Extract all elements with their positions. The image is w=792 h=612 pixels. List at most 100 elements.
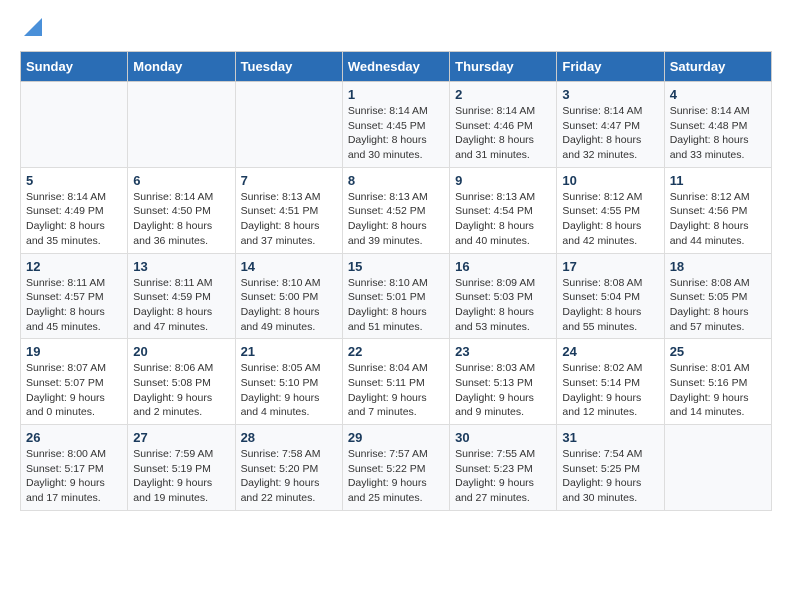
calendar-cell: 13 Sunrise: 8:11 AM Sunset: 4:59 PM Dayli… bbox=[128, 253, 235, 339]
calendar-cell bbox=[664, 425, 771, 511]
day-info: Sunrise: 8:08 AM Sunset: 5:05 PM Dayligh… bbox=[670, 276, 766, 335]
day-number: 24 bbox=[562, 344, 658, 359]
day-number: 19 bbox=[26, 344, 122, 359]
calendar-week-3: 12Sunrise: 8:11 AM Sunset: 4:57 PM Dayli… bbox=[21, 253, 772, 339]
calendar-cell: 27 Sunrise: 7:59 AM Sunset: 5:19 PM Dayli… bbox=[128, 425, 235, 511]
day-info: Sunrise: 8:14 AM Sunset: 4:49 PM Dayligh… bbox=[26, 190, 122, 249]
day-info: Sunrise: 8:12 AM Sunset: 4:56 PM Dayligh… bbox=[670, 190, 766, 249]
calendar-cell: 31Sunrise: 7:54 AM Sunset: 5:25 PM Dayli… bbox=[557, 425, 664, 511]
day-info: Sunrise: 8:04 AM Sunset: 5:11 PM Dayligh… bbox=[348, 361, 444, 420]
day-info: Sunrise: 8:10 AM Sunset: 5:00 PM Dayligh… bbox=[241, 276, 337, 335]
day-info: Sunrise: 8:08 AM Sunset: 5:04 PM Dayligh… bbox=[562, 276, 658, 335]
day-number: 27 bbox=[133, 430, 229, 445]
header-cell-saturday: Saturday bbox=[664, 52, 771, 82]
day-number: 22 bbox=[348, 344, 444, 359]
calendar-cell: 18 Sunrise: 8:08 AM Sunset: 5:05 PM Dayli… bbox=[664, 253, 771, 339]
day-number: 9 bbox=[455, 173, 551, 188]
calendar-cell: 20Sunrise: 8:06 AM Sunset: 5:08 PM Dayli… bbox=[128, 339, 235, 425]
calendar-cell: 21 Sunrise: 8:05 AM Sunset: 5:10 PM Dayli… bbox=[235, 339, 342, 425]
header-cell-thursday: Thursday bbox=[450, 52, 557, 82]
calendar-cell: 17 Sunrise: 8:08 AM Sunset: 5:04 PM Dayli… bbox=[557, 253, 664, 339]
day-info: Sunrise: 8:12 AM Sunset: 4:55 PM Dayligh… bbox=[562, 190, 658, 249]
calendar-cell: 24 Sunrise: 8:02 AM Sunset: 5:14 PM Dayli… bbox=[557, 339, 664, 425]
day-info: Sunrise: 8:13 AM Sunset: 4:54 PM Dayligh… bbox=[455, 190, 551, 249]
day-info: Sunrise: 8:11 AM Sunset: 4:59 PM Dayligh… bbox=[133, 276, 229, 335]
header-cell-tuesday: Tuesday bbox=[235, 52, 342, 82]
day-info: Sunrise: 7:58 AM Sunset: 5:20 PM Dayligh… bbox=[241, 447, 337, 506]
day-number: 1 bbox=[348, 87, 444, 102]
day-number: 2 bbox=[455, 87, 551, 102]
day-info: Sunrise: 8:14 AM Sunset: 4:45 PM Dayligh… bbox=[348, 104, 444, 163]
day-info: Sunrise: 8:07 AM Sunset: 5:07 PM Dayligh… bbox=[26, 361, 122, 420]
day-number: 30 bbox=[455, 430, 551, 445]
calendar-cell: 15 Sunrise: 8:10 AM Sunset: 5:01 PM Dayli… bbox=[342, 253, 449, 339]
calendar-cell: 23Sunrise: 8:03 AM Sunset: 5:13 PM Dayli… bbox=[450, 339, 557, 425]
calendar-cell bbox=[21, 82, 128, 168]
day-info: Sunrise: 8:09 AM Sunset: 5:03 PM Dayligh… bbox=[455, 276, 551, 335]
day-info: Sunrise: 7:54 AM Sunset: 5:25 PM Dayligh… bbox=[562, 447, 658, 506]
calendar-cell: 25 Sunrise: 8:01 AM Sunset: 5:16 PM Dayli… bbox=[664, 339, 771, 425]
logo-icon bbox=[24, 18, 42, 36]
day-info: Sunrise: 8:05 AM Sunset: 5:10 PM Dayligh… bbox=[241, 361, 337, 420]
calendar-cell: 4 Sunrise: 8:14 AM Sunset: 4:48 PM Daylig… bbox=[664, 82, 771, 168]
header-cell-monday: Monday bbox=[128, 52, 235, 82]
day-number: 21 bbox=[241, 344, 337, 359]
day-number: 4 bbox=[670, 87, 766, 102]
header-cell-sunday: Sunday bbox=[21, 52, 128, 82]
day-number: 28 bbox=[241, 430, 337, 445]
logo bbox=[20, 20, 42, 41]
calendar-cell: 3 Sunrise: 8:14 AM Sunset: 4:47 PM Daylig… bbox=[557, 82, 664, 168]
calendar-cell: 16Sunrise: 8:09 AM Sunset: 5:03 PM Dayli… bbox=[450, 253, 557, 339]
day-number: 14 bbox=[241, 259, 337, 274]
day-number: 10 bbox=[562, 173, 658, 188]
calendar-table: SundayMondayTuesdayWednesdayThursdayFrid… bbox=[20, 51, 772, 511]
calendar-cell: 11 Sunrise: 8:12 AM Sunset: 4:56 PM Dayli… bbox=[664, 167, 771, 253]
day-number: 25 bbox=[670, 344, 766, 359]
day-number: 3 bbox=[562, 87, 658, 102]
calendar-cell: 5Sunrise: 8:14 AM Sunset: 4:49 PM Daylig… bbox=[21, 167, 128, 253]
day-info: Sunrise: 8:14 AM Sunset: 4:46 PM Dayligh… bbox=[455, 104, 551, 163]
calendar-cell: 8Sunrise: 8:13 AM Sunset: 4:52 PM Daylig… bbox=[342, 167, 449, 253]
day-info: Sunrise: 8:14 AM Sunset: 4:48 PM Dayligh… bbox=[670, 104, 766, 163]
page-header bbox=[20, 20, 772, 41]
calendar-cell: 26Sunrise: 8:00 AM Sunset: 5:17 PM Dayli… bbox=[21, 425, 128, 511]
day-number: 17 bbox=[562, 259, 658, 274]
day-info: Sunrise: 7:57 AM Sunset: 5:22 PM Dayligh… bbox=[348, 447, 444, 506]
calendar-header-row: SundayMondayTuesdayWednesdayThursdayFrid… bbox=[21, 52, 772, 82]
day-number: 26 bbox=[26, 430, 122, 445]
calendar-week-4: 19 Sunrise: 8:07 AM Sunset: 5:07 PM Dayli… bbox=[21, 339, 772, 425]
day-number: 29 bbox=[348, 430, 444, 445]
day-info: Sunrise: 8:10 AM Sunset: 5:01 PM Dayligh… bbox=[348, 276, 444, 335]
day-info: Sunrise: 8:02 AM Sunset: 5:14 PM Dayligh… bbox=[562, 361, 658, 420]
day-number: 6 bbox=[133, 173, 229, 188]
calendar-cell: 2 Sunrise: 8:14 AM Sunset: 4:46 PM Daylig… bbox=[450, 82, 557, 168]
calendar-cell: 10 Sunrise: 8:12 AM Sunset: 4:55 PM Dayli… bbox=[557, 167, 664, 253]
header-cell-wednesday: Wednesday bbox=[342, 52, 449, 82]
day-info: Sunrise: 8:14 AM Sunset: 4:47 PM Dayligh… bbox=[562, 104, 658, 163]
calendar-week-1: 1 Sunrise: 8:14 AM Sunset: 4:45 PM Daylig… bbox=[21, 82, 772, 168]
day-number: 15 bbox=[348, 259, 444, 274]
calendar-cell: 1 Sunrise: 8:14 AM Sunset: 4:45 PM Daylig… bbox=[342, 82, 449, 168]
day-number: 12 bbox=[26, 259, 122, 274]
calendar-cell: 19 Sunrise: 8:07 AM Sunset: 5:07 PM Dayli… bbox=[21, 339, 128, 425]
day-info: Sunrise: 8:03 AM Sunset: 5:13 PM Dayligh… bbox=[455, 361, 551, 420]
day-info: Sunrise: 8:13 AM Sunset: 4:51 PM Dayligh… bbox=[241, 190, 337, 249]
day-number: 20 bbox=[133, 344, 229, 359]
calendar-cell bbox=[235, 82, 342, 168]
calendar-cell: 7Sunrise: 8:13 AM Sunset: 4:51 PM Daylig… bbox=[235, 167, 342, 253]
calendar-cell: 12Sunrise: 8:11 AM Sunset: 4:57 PM Dayli… bbox=[21, 253, 128, 339]
calendar-cell: 22 Sunrise: 8:04 AM Sunset: 5:11 PM Dayli… bbox=[342, 339, 449, 425]
calendar-week-5: 26Sunrise: 8:00 AM Sunset: 5:17 PM Dayli… bbox=[21, 425, 772, 511]
day-number: 11 bbox=[670, 173, 766, 188]
calendar-cell: 9 Sunrise: 8:13 AM Sunset: 4:54 PM Daylig… bbox=[450, 167, 557, 253]
day-number: 13 bbox=[133, 259, 229, 274]
day-info: Sunrise: 8:01 AM Sunset: 5:16 PM Dayligh… bbox=[670, 361, 766, 420]
day-number: 18 bbox=[670, 259, 766, 274]
day-info: Sunrise: 8:14 AM Sunset: 4:50 PM Dayligh… bbox=[133, 190, 229, 249]
calendar-cell: 29 Sunrise: 7:57 AM Sunset: 5:22 PM Dayli… bbox=[342, 425, 449, 511]
calendar-cell: 30Sunrise: 7:55 AM Sunset: 5:23 PM Dayli… bbox=[450, 425, 557, 511]
calendar-cell: 6 Sunrise: 8:14 AM Sunset: 4:50 PM Daylig… bbox=[128, 167, 235, 253]
calendar-week-2: 5Sunrise: 8:14 AM Sunset: 4:49 PM Daylig… bbox=[21, 167, 772, 253]
day-number: 8 bbox=[348, 173, 444, 188]
day-info: Sunrise: 7:59 AM Sunset: 5:19 PM Dayligh… bbox=[133, 447, 229, 506]
